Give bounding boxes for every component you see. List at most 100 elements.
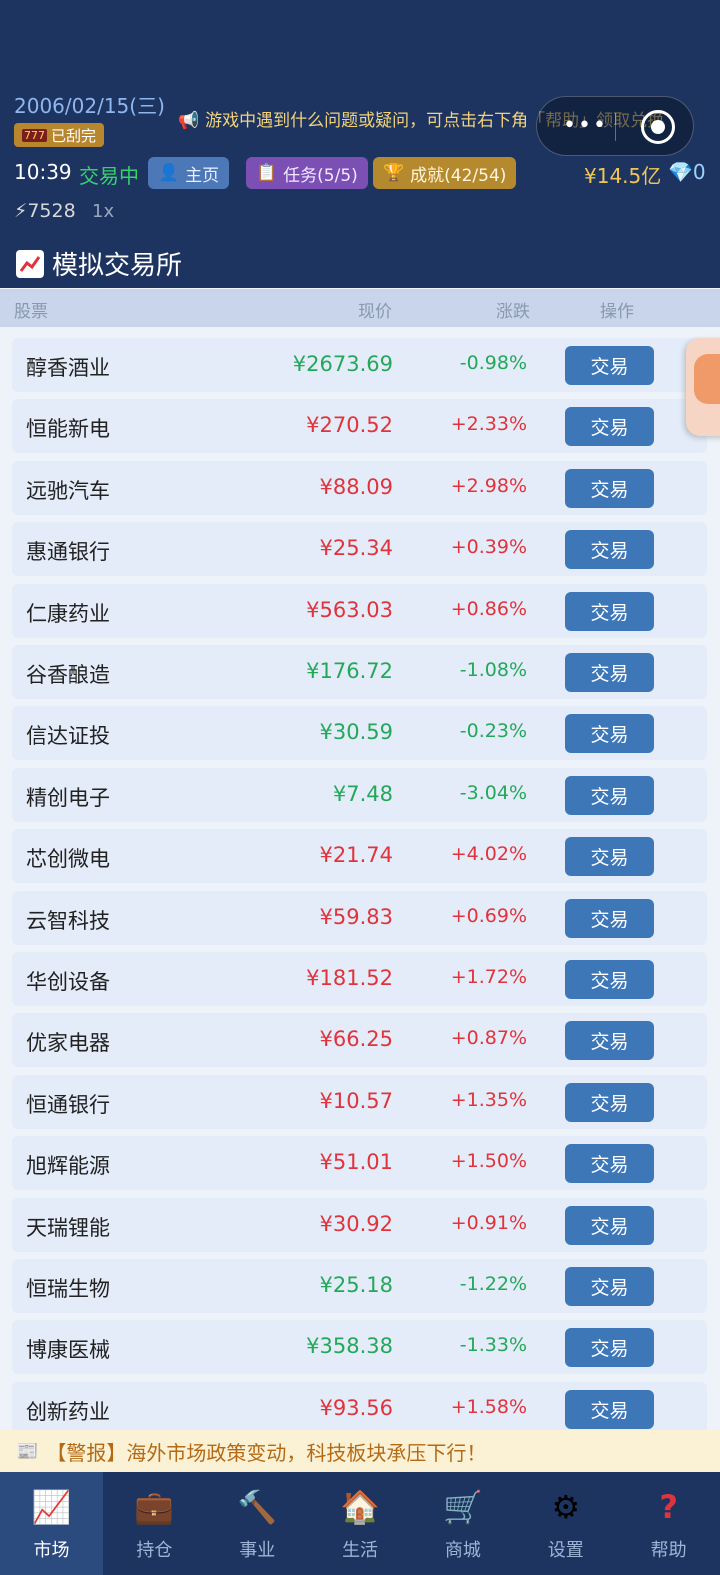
tasks-button-label: 任务(5/5) [283,165,358,186]
stock-price: ¥358.38 [306,1334,393,1359]
newspaper-icon: 📰 [16,1440,39,1462]
briefcase-icon: 💼 [134,1488,175,1526]
tab-gear[interactable]: ⚙ 设置 [514,1472,617,1575]
floating-side-widget[interactable] [686,338,720,436]
trade-button[interactable]: 交易 [565,1144,654,1184]
stock-price: ¥59.83 [319,904,393,929]
tab-hammer[interactable]: 🔨 事业 [206,1472,309,1575]
stock-price: ¥25.18 [319,1273,393,1297]
clipboard-icon: 📋 [256,163,278,183]
achievements-button[interactable]: 🏆 成就(42/54) [373,157,517,189]
tab-house[interactable]: 🏠 生活 [309,1472,412,1575]
stock-row: 华创设备 ¥181.52 +1.72% 交易 [12,952,707,1006]
user-icon: 👤 [158,163,180,183]
gem-balance: 💎0 [668,160,706,184]
gem-count: 0 [692,160,706,184]
stock-name: 精创电子 [26,785,110,810]
stock-name: 恒通银行 [26,1092,110,1117]
gem-icon: 💎 [668,160,693,184]
stock-change: -1.33% [459,1334,527,1357]
tab-label: 帮助 [650,1540,687,1561]
trade-button[interactable]: 交易 [565,591,654,631]
exchange-title-label: 模拟交易所 [52,251,183,281]
stock-price: ¥93.56 [319,1395,393,1420]
trade-button[interactable]: 交易 [565,1205,654,1245]
stock-price: ¥2673.69 [292,352,393,376]
trade-button[interactable]: 交易 [565,960,654,999]
stock-name: 信达证投 [26,724,110,749]
tab-label: 生活 [342,1540,379,1561]
stock-row: 惠通银行 ¥25.34 +0.39% 交易 [12,522,707,577]
stock-change: +4.02% [450,843,527,866]
stock-price: ¥7.48 [332,781,393,806]
stock-row: 谷香酿造 ¥176.72 -1.08% 交易 [12,645,707,699]
tab-question[interactable]: ? 帮助 [617,1472,720,1575]
tab-label: 市场 [33,1540,70,1561]
trade-button[interactable]: 交易 [565,346,654,385]
capsule-divider [615,113,616,141]
tab-label: 设置 [547,1540,584,1561]
trade-button[interactable]: 交易 [565,407,654,447]
question-icon: ? [659,1488,678,1526]
trade-button[interactable]: 交易 [565,1267,654,1306]
stock-change: +0.69% [450,904,527,927]
tab-briefcase[interactable]: 💼 持仓 [103,1472,206,1575]
tab-label: 商城 [444,1540,481,1561]
stock-row: 天瑞锂能 ¥30.92 +0.91% 交易 [12,1197,707,1252]
trade-button[interactable]: 交易 [565,898,654,938]
scratch-badge[interactable]: 777 已刮完 [14,123,105,147]
stock-change: +1.58% [450,1395,527,1418]
stock-price: ¥563.03 [306,597,393,622]
tab-label: 持仓 [136,1540,173,1561]
trade-button[interactable]: 交易 [565,468,654,508]
stock-row: 博康医械 ¥358.38 -1.33% 交易 [12,1320,707,1375]
trade-button[interactable]: 交易 [565,837,654,877]
stock-row: 精创电子 ¥7.48 -3.04% 交易 [12,767,707,822]
tab-cart[interactable]: 🛒 商城 [411,1472,514,1575]
stock-change: +1.35% [450,1088,527,1111]
stock-name: 远驰汽车 [26,478,110,503]
trade-button[interactable]: 交易 [565,1021,654,1061]
trade-button[interactable]: 交易 [565,1082,654,1122]
stock-price: ¥270.52 [306,413,393,438]
game-date: 2006/02/15(三) [14,94,165,118]
stock-name: 仁康药业 [26,601,110,626]
trade-button[interactable]: 交易 [565,775,654,815]
achievements-button-label: 成就(42/54) [410,165,507,186]
stock-row: 创新药业 ¥93.56 +1.58% 交易 [12,1381,707,1436]
stock-row: 恒通银行 ¥10.57 +1.35% 交易 [12,1074,707,1129]
stock-name: 优家电器 [26,1031,110,1056]
trade-button[interactable]: 交易 [565,1328,654,1368]
more-menu-icon[interactable]: ••• [563,113,608,138]
stock-change: +2.98% [450,474,527,497]
stock-name: 谷香酿造 [26,663,110,687]
stock-change: -1.08% [459,659,527,681]
top-header: 2006/02/15(三) 777 已刮完 📢 游戏中遇到什么问题或疑问，可点击右… [0,0,720,288]
megaphone-icon: 📢 [178,111,200,131]
stock-name: 旭辉能源 [26,1154,110,1179]
stock-price: ¥51.01 [319,1150,393,1175]
gear-icon: ⚙ [551,1488,581,1526]
cash-balance: ¥14.5亿 [584,164,662,188]
trade-button[interactable]: 交易 [565,530,654,570]
chart-icon: 📈 [31,1488,72,1526]
stock-row: 仁康药业 ¥563.03 +0.86% 交易 [12,583,707,638]
stock-row: 恒能新电 ¥270.52 +2.33% 交易 [12,399,707,454]
stock-change: -0.23% [459,720,527,743]
trade-button[interactable]: 交易 [565,1389,654,1429]
tab-chart[interactable]: 📈 市场 [0,1472,103,1575]
stock-name: 博康医械 [26,1338,110,1363]
home-button[interactable]: 👤 主页 [148,157,230,189]
trade-button[interactable]: 交易 [565,653,654,692]
stock-change: +0.86% [450,597,527,620]
trade-button[interactable]: 交易 [565,714,654,754]
stock-row: 旭辉能源 ¥51.01 +1.50% 交易 [12,1136,707,1191]
tasks-button[interactable]: 📋 任务(5/5) [246,157,368,189]
stock-change: +0.87% [450,1027,527,1050]
stock-price: ¥25.34 [319,536,393,561]
close-miniapp-icon[interactable] [641,110,675,144]
stock-name: 醇香酒业 [26,356,110,380]
game-speed[interactable]: 1x [92,201,114,222]
stock-change: +1.50% [450,1150,527,1173]
stock-change: +2.33% [450,413,527,436]
